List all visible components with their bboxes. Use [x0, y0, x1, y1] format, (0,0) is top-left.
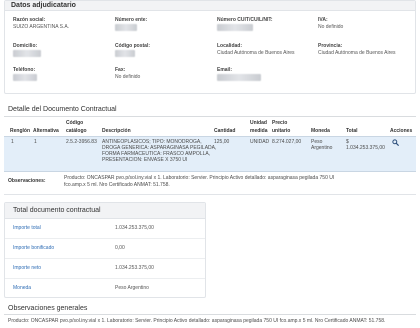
importe-bonificado-label: Importe bonificado [13, 245, 55, 251]
razon-social-label: Razón social: [13, 17, 46, 23]
iva-label: IVA: [318, 17, 328, 23]
codigo-postal-label: Código postal: [115, 43, 150, 49]
col-renglon: Renglón [10, 128, 30, 134]
localidad-value: Ciudad Autónoma de Buenos Aires [217, 50, 295, 56]
telefono-field: Teléfono: [13, 67, 37, 81]
observaciones-line1: Producto: ONCASPAR pvo.p/sol.iny.vial x … [64, 175, 335, 181]
col-precio-unitario: Precio unitario [272, 120, 291, 134]
col-alternativa: Alternativa [33, 128, 59, 134]
numero-ente-redacted [115, 24, 137, 31]
numero-ente-label: Número ente: [115, 17, 148, 23]
adjudicatario-title: Datos adjudicatario [5, 1, 415, 11]
detalle-title: Detalle del Documento Contractual [8, 106, 117, 113]
moneda-label: Moneda [13, 285, 32, 291]
importe-bonificado-value: 0,00 [115, 245, 125, 251]
col-precio-line2: unitario [272, 127, 291, 134]
email-redacted [217, 74, 261, 81]
cuit-redacted [217, 24, 253, 31]
telefono-redacted [13, 74, 37, 81]
col-descripcion: Descripción [102, 128, 131, 134]
importe-total-label: Importe total [13, 225, 41, 231]
col-unidad-line2: medida [250, 127, 268, 134]
cell-total: $ 1.034.253.375,00 [346, 139, 385, 151]
domicilio-field: Domicilio: [13, 43, 41, 57]
razon-social-value: SUIZO ARGENTINA S.A. [13, 24, 70, 30]
total-title: Total documento contractual [5, 203, 205, 219]
cell-moneda: Peso Argentino [311, 139, 332, 151]
col-unidad-line1: Unidad [250, 120, 267, 126]
cell-alternativa: 1 [34, 139, 37, 145]
total-line2: 1.034.253.375,00 [346, 145, 385, 151]
localidad-field: Localidad: Ciudad Autónoma de Buenos Air… [217, 43, 295, 57]
col-codigo-line1: Código [66, 120, 84, 126]
cell-renglon: 1 [11, 139, 14, 145]
fax-field: Fax: No definido [115, 67, 140, 81]
observaciones-divider [4, 194, 416, 195]
numero-ente-field: Número ente: [115, 17, 147, 31]
adjudicatario-panel: Datos adjudicatario Razón social: SUIZO … [4, 0, 416, 94]
col-precio-line1: Precio [272, 120, 288, 126]
importe-neto-value: 1.034.253.375,00 [115, 265, 154, 271]
email-field: Email: [217, 67, 261, 81]
domicilio-label: Domicilio: [13, 43, 38, 49]
telefono-label: Teléfono: [13, 67, 36, 73]
codigo-postal-field: Código postal: [115, 43, 150, 57]
observaciones-label: Observaciones: [8, 178, 46, 184]
total-panel: Total documento contractual Importe tota… [4, 202, 206, 298]
importe-total-value: 1.034.253.375,00 [115, 225, 154, 231]
cell-codigo: 2.5.2-3956.83 [66, 139, 97, 145]
total-row-moneda: Moneda Peso Argentino [5, 279, 205, 299]
cell-descripcion: ANTINEOPLASICOS; TIPO: MONODROGA, DROGA … [102, 139, 216, 163]
observaciones-text: Producto: ONCASPAR pvo.p/sol.iny.vial x … [64, 175, 412, 189]
iva-value: No definido [318, 24, 344, 30]
provincia-label: Provincia: [318, 43, 343, 49]
cell-unidad: UNIDAD [250, 139, 270, 145]
detalle-divider [4, 116, 416, 117]
total-row-importe-bonificado: Importe bonificado 0,00 [5, 239, 205, 259]
observaciones-line2: fco.amp.x 5 ml. Nro Certificado ANMAT: 5… [64, 182, 170, 188]
localidad-label: Localidad: [217, 43, 243, 49]
total-row-importe-total: Importe total 1.034.253.375,00 [5, 219, 205, 239]
cell-cantidad: 125,00 [214, 139, 230, 145]
moneda-value: Peso Argentino [115, 285, 149, 291]
col-cantidad: Cantidad [214, 128, 236, 134]
observaciones-generales-text: Producto: ONCASPAR pvo.p/sol.iny.vial x … [8, 318, 386, 324]
iva-field: IVA: No definido [318, 17, 343, 31]
email-label: Email: [217, 67, 233, 73]
provincia-field: Provincia: Ciudad Autónoma de Buenos Air… [318, 43, 396, 57]
total-row-importe-neto: Importe neto 1.034.253.375,00 [5, 259, 205, 279]
cuit-field: Número CUIT/CUIL/NIT: [217, 17, 273, 31]
col-moneda: Moneda [311, 128, 330, 134]
observaciones-generales-title: Observaciones generales [8, 305, 88, 312]
importe-neto-label: Importe neto [13, 265, 42, 271]
fax-value: No definido [115, 74, 141, 80]
cell-precio: 8.274.027,00 [272, 139, 302, 145]
col-total: Total [346, 128, 358, 134]
search-icon[interactable] [392, 139, 399, 146]
fax-label: Fax: [115, 67, 126, 73]
descripcion-line: PRESENTACION: ENVASE X 3750 UI [102, 157, 188, 163]
col-codigo-catalogo: Código catálogo [66, 120, 87, 134]
col-codigo-line2: catálogo [66, 127, 87, 134]
col-acciones: Acciones [390, 128, 413, 134]
observaciones-generales-divider [4, 314, 416, 315]
domicilio-redacted [13, 50, 41, 57]
provincia-value: Ciudad Autónoma de Buenos Aires [318, 50, 396, 56]
moneda-line2: Argentino [311, 145, 333, 151]
codigo-postal-redacted [115, 50, 135, 57]
razon-social-field: Razón social: SUIZO ARGENTINA S.A. [13, 17, 69, 31]
cuit-label: Número CUIT/CUIL/NIT: [217, 17, 273, 23]
col-unidad-medida: Unidad medida [250, 120, 268, 134]
